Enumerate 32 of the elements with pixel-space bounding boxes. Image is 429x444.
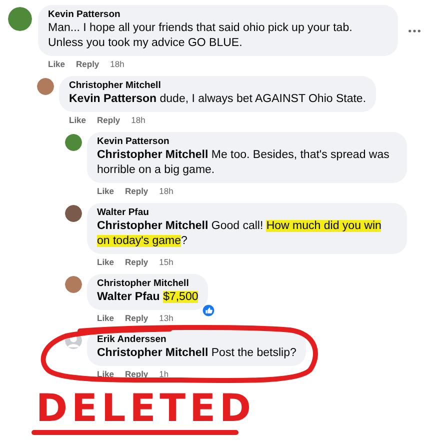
comment-text: Christopher Mitchell Me too. Besides, that's spread was horrible on a big game. [97, 148, 390, 178]
more-options-icon[interactable] [408, 28, 421, 32]
comment-text: Christopher Mitchell Good call! How much did you win on today's game? [97, 219, 382, 249]
comment-author[interactable]: Walter Pfau [97, 207, 397, 219]
comment-time: 1h [159, 369, 169, 380]
comment-text: Kevin Patterson dude, I always bet AGAINST Ohio State. [69, 92, 366, 107]
comment-time: 15h [159, 257, 174, 268]
reply-link[interactable]: Reply [76, 59, 100, 70]
comment-author[interactable]: Christopher Mitchell [69, 80, 366, 92]
comment-time: 18h [131, 115, 146, 126]
comment-author[interactable]: Christopher Mitchell [97, 278, 198, 290]
like-link[interactable]: Like [97, 186, 114, 197]
reply-link[interactable]: Reply [125, 313, 148, 324]
comment-time: 18h [110, 59, 124, 70]
reply-link[interactable]: Reply [125, 186, 148, 197]
comment-author[interactable]: Kevin Patterson [97, 136, 397, 148]
comment-time: 13h [159, 313, 174, 324]
reply-link[interactable]: Reply [125, 257, 148, 268]
comment-text: Man... I hope all your friends that said ohio pick up your tab. Unless you took my advice GO BLUE. [48, 21, 354, 51]
like-link[interactable]: Like [48, 59, 66, 70]
reply-link[interactable]: Reply [125, 369, 148, 380]
reply-link[interactable]: Reply [97, 115, 120, 126]
like-link[interactable]: Like [97, 257, 114, 268]
comment-author[interactable]: Erik Anderssen [97, 334, 296, 346]
like-link[interactable]: Like [97, 313, 114, 324]
like-link[interactable]: Like [97, 369, 114, 380]
like-link[interactable]: Like [69, 115, 86, 126]
comment-text: Christopher Mitchell Post the betslip? [97, 346, 296, 361]
annotation-text: DELETED [36, 388, 256, 428]
comment-author[interactable]: Kevin Patterson [48, 9, 388, 21]
comment-text: Walter Pfau $7,500 [97, 290, 198, 305]
comment-time: 18h [159, 186, 174, 197]
